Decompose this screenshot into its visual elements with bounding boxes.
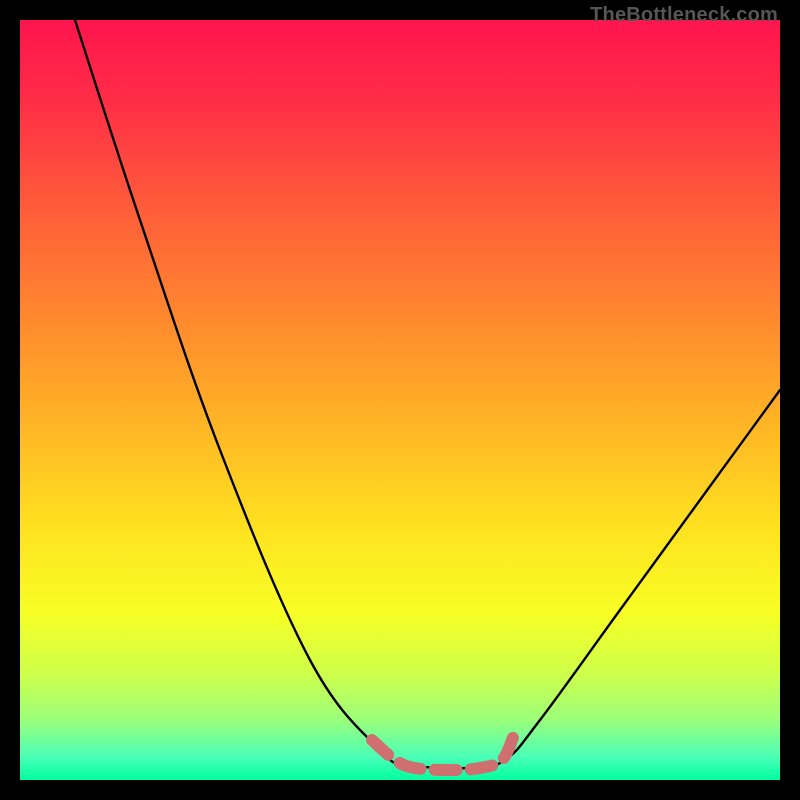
chart-frame: TheBottleneck.com [0,0,800,800]
bottleneck-curve [20,20,780,780]
plot-area [20,20,780,780]
attribution-text: TheBottleneck.com [590,4,778,27]
